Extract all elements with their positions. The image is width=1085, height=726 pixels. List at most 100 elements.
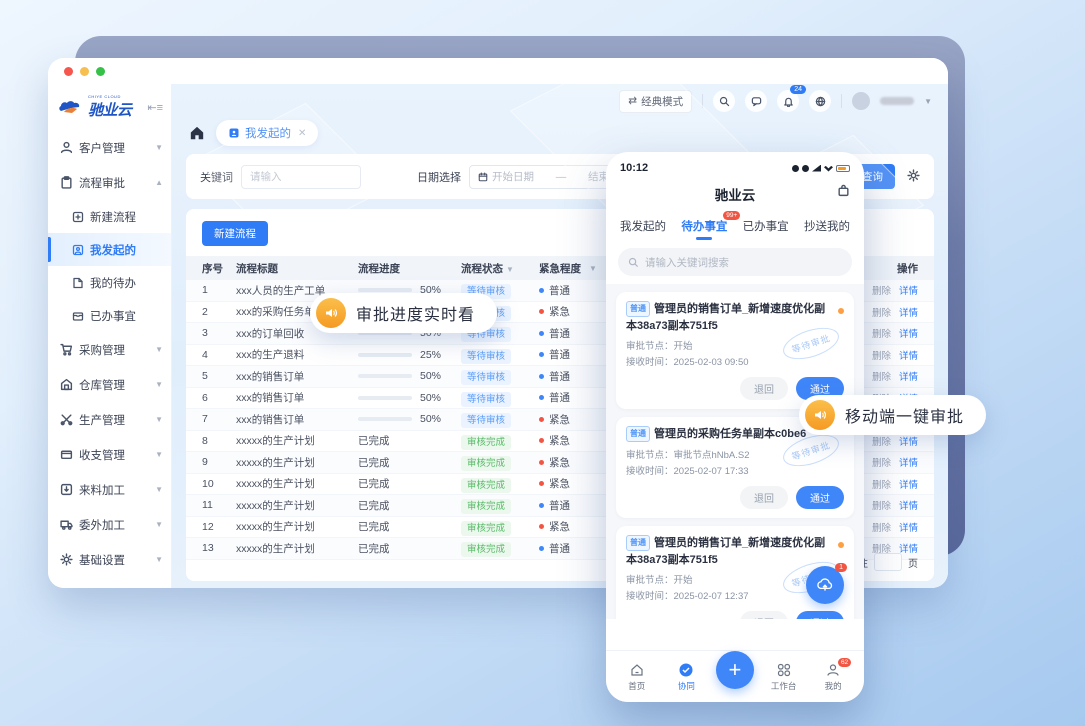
chevron-down-icon: ▼ <box>155 450 163 459</box>
priority-badge: 普通 <box>626 535 650 551</box>
delete-link[interactable]: 删除 <box>872 283 891 297</box>
quick-approve-fab[interactable]: 1 <box>806 566 844 604</box>
approve-button[interactable]: 通过 <box>796 486 844 509</box>
new-process-button[interactable]: 新建流程 <box>202 221 268 246</box>
row-no: 1 <box>202 284 236 296</box>
maximize-window-button[interactable] <box>96 67 105 76</box>
detail-link[interactable]: 详情 <box>899 305 918 319</box>
phone-app-header: 驰业云 <box>606 176 864 210</box>
urgency-text: 普通 <box>549 347 570 362</box>
bell-icon[interactable]: 24 <box>777 90 799 112</box>
detail-link[interactable]: 详情 <box>899 369 918 383</box>
reject-button[interactable]: 退回 <box>740 377 788 400</box>
nav-label: 我的 <box>825 680 842 692</box>
sidebar-item-label: 基础设置 <box>79 552 125 568</box>
goto-page-input[interactable] <box>874 553 902 571</box>
doc-user-icon <box>72 244 84 256</box>
phone-search-input[interactable]: 请输入关键词搜索 <box>618 248 852 276</box>
detail-link[interactable]: 详情 <box>899 434 918 448</box>
delete-link[interactable]: 删除 <box>872 326 891 340</box>
minimize-window-button[interactable] <box>80 67 89 76</box>
delete-link[interactable]: 删除 <box>872 305 891 319</box>
sidebar-collapse-icon[interactable]: ⇤≡ <box>147 101 163 114</box>
sidebar-item-process-approval-2[interactable]: 流程审批 ▼ <box>48 577 171 588</box>
chevron-down-icon: ▼ <box>155 380 163 389</box>
column-status[interactable]: 流程状态▼ <box>461 261 539 276</box>
home-icon[interactable] <box>188 124 206 142</box>
user-avatar[interactable] <box>852 92 870 110</box>
sidebar-item-process-approval[interactable]: 流程审批 ▲ <box>48 165 171 200</box>
page-label: 页 <box>908 555 918 570</box>
sidebar-item-new-process[interactable]: 新建流程 <box>48 200 171 233</box>
phone-tab-initiated[interactable]: 我发起的 <box>620 218 666 240</box>
progress-text: 已完成 <box>358 476 390 491</box>
detail-link[interactable]: 详情 <box>899 326 918 340</box>
approval-card[interactable]: 等待审批 普通管理员的销售订单_新增速度优化副本38a73副本751f5 审批节… <box>616 292 854 409</box>
user-name-masked <box>880 97 914 105</box>
delete-link[interactable]: 删除 <box>872 348 891 362</box>
delete-link[interactable]: 删除 <box>872 477 891 491</box>
reject-button[interactable]: 退回 <box>740 486 788 509</box>
detail-link[interactable]: 详情 <box>899 520 918 534</box>
message-icon[interactable] <box>745 90 767 112</box>
sidebar-item-label: 生产管理 <box>79 412 125 428</box>
row-no: 7 <box>202 413 236 425</box>
tooltip-text: 移动端一键审批 <box>845 403 964 427</box>
delete-link[interactable]: 删除 <box>872 455 891 469</box>
brand-subtitle: CHIYE CLOUD <box>88 94 132 99</box>
row-no: 8 <box>202 435 236 447</box>
column-actions: 操作 <box>897 261 918 276</box>
row-no: 12 <box>202 521 236 533</box>
close-window-button[interactable] <box>64 67 73 76</box>
sidebar-item-label: 来料加工 <box>79 482 125 498</box>
nav-workbench[interactable]: 工作台 <box>764 662 804 692</box>
sidebar-item-outsource-processing[interactable]: 委外加工 ▼ <box>48 507 171 542</box>
nav-profile[interactable]: 我的 62 <box>813 662 853 692</box>
sidebar-item-initiated-by-me[interactable]: 我发起的 <box>48 233 171 266</box>
phone-tab-cc[interactable]: 抄送我的 <box>804 218 850 240</box>
status-badge: 等待审核 <box>461 370 511 385</box>
detail-link[interactable]: 详情 <box>899 348 918 362</box>
received-time: 接收时间：2025-02-07 17:33 <box>626 464 844 480</box>
sidebar-item-done-items[interactable]: 已办事宜 <box>48 299 171 332</box>
sidebar-item-finance-mgmt[interactable]: 收支管理 ▼ <box>48 437 171 472</box>
row-title: xxxxx的生产计划 <box>236 455 358 470</box>
chevron-down-icon: ▼ <box>589 264 597 273</box>
sidebar-item-warehouse-mgmt[interactable]: 仓库管理 ▼ <box>48 367 171 402</box>
sidebar-item-purchase-mgmt[interactable]: 采购管理 ▼ <box>48 332 171 367</box>
box-icon <box>72 310 84 322</box>
delete-link[interactable]: 删除 <box>872 498 891 512</box>
urgency-dot <box>539 395 544 400</box>
sidebar-item-my-todo[interactable]: 我的待办 <box>48 266 171 299</box>
reject-button[interactable]: 退回 <box>740 611 788 619</box>
delete-link[interactable]: 删除 <box>872 434 891 448</box>
archive-icon[interactable] <box>837 184 850 200</box>
urgency-dot <box>539 438 544 443</box>
phone-tab-done[interactable]: 已办事宜 <box>743 218 789 240</box>
approve-button[interactable]: 通过 <box>796 611 844 619</box>
filter-settings-gear-icon[interactable] <box>907 169 920 185</box>
search-icon[interactable] <box>713 90 735 112</box>
detail-link[interactable]: 详情 <box>899 455 918 469</box>
detail-link[interactable]: 详情 <box>899 498 918 512</box>
phone-tab-todo[interactable]: 待办事宜 99+ <box>681 218 727 240</box>
nav-label: 首页 <box>628 680 645 692</box>
status-badge: 等待审核 <box>461 413 511 428</box>
delete-link[interactable]: 删除 <box>872 369 891 383</box>
sidebar-item-customer-mgmt[interactable]: 客户管理 ▼ <box>48 130 171 165</box>
urgency-dot <box>539 417 544 422</box>
row-title: xxxxx的生产计划 <box>236 498 358 513</box>
delete-link[interactable]: 删除 <box>872 520 891 534</box>
nav-collab[interactable]: 协同 <box>666 662 706 692</box>
detail-link[interactable]: 详情 <box>899 283 918 297</box>
globe-icon[interactable] <box>809 90 831 112</box>
sidebar-item-label: 收支管理 <box>79 447 125 463</box>
detail-link[interactable]: 详情 <box>899 477 918 491</box>
sidebar-item-basic-settings[interactable]: 基础设置 ▼ <box>48 542 171 577</box>
sidebar-item-incoming-processing[interactable]: 来料加工 ▼ <box>48 472 171 507</box>
chevron-down-icon[interactable]: ▼ <box>924 97 932 106</box>
nav-home[interactable]: 首页 <box>617 662 657 692</box>
window-titlebar <box>48 58 948 84</box>
sidebar-item-production-mgmt[interactable]: 生产管理 ▼ <box>48 402 171 437</box>
nav-add-button[interactable]: + <box>716 651 754 689</box>
